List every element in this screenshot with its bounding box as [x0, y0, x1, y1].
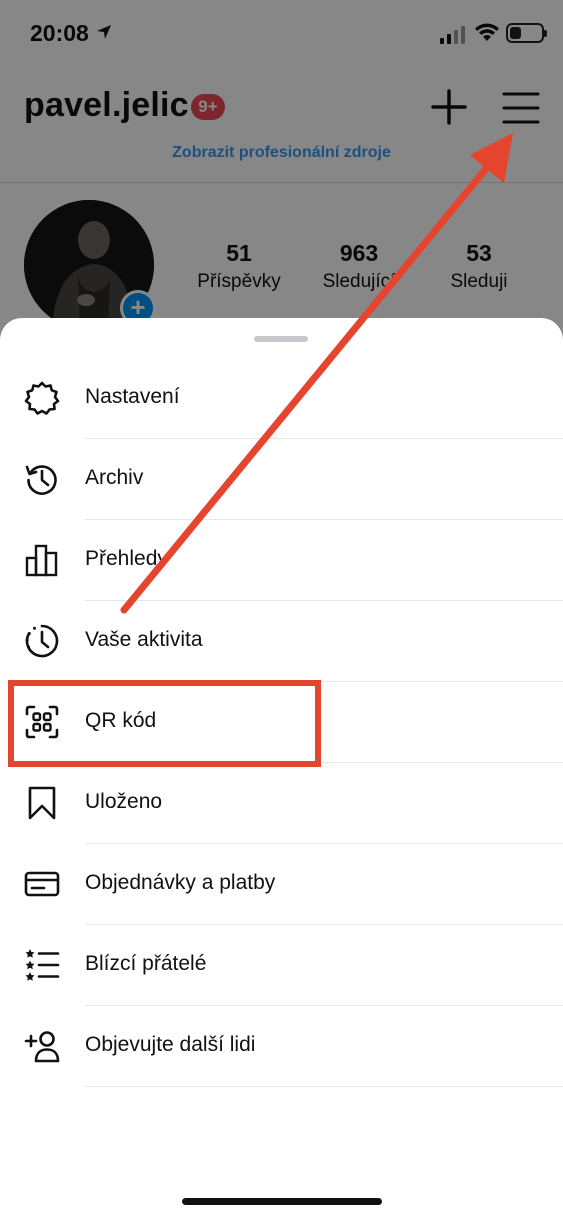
menu-item-settings[interactable]: Nastavení	[0, 358, 563, 439]
menu-item-label: Archiv	[85, 466, 144, 489]
activity-icon	[25, 624, 59, 658]
menu-item-orders-payments[interactable]: Objednávky a platby	[0, 844, 563, 925]
menu-item-label: Blízcí přátelé	[85, 952, 207, 975]
qr-code-highlight-box	[8, 680, 321, 767]
menu-item-label: Uloženo	[85, 790, 163, 813]
home-indicator	[182, 1198, 382, 1205]
close-friends-icon	[25, 949, 60, 981]
insights-icon	[25, 544, 58, 577]
menu-item-discover-people[interactable]: Objevujte další lidi	[0, 1006, 563, 1087]
menu-item-close-friends[interactable]: Blízcí přátelé	[0, 925, 563, 1006]
divider	[85, 1086, 563, 1087]
archive-icon	[25, 465, 57, 495]
menu-item-label: Přehledy	[85, 547, 168, 570]
menu-item-your-activity[interactable]: Vaše aktivita	[0, 601, 563, 682]
options-sheet: Nastavení Archiv Přehledy Vaše aktivita …	[0, 318, 563, 1218]
menu-item-label: Nastavení	[85, 385, 180, 408]
settings-icon	[24, 381, 60, 415]
add-person-icon	[24, 1031, 60, 1063]
menu-item-label: Vaše aktivita	[85, 628, 203, 651]
card-icon	[24, 871, 60, 897]
menu-item-label: Objevujte další lidi	[85, 1033, 256, 1056]
menu-item-label: Objednávky a platby	[85, 871, 276, 894]
menu-item-insights[interactable]: Přehledy	[0, 520, 563, 601]
menu-item-archive[interactable]: Archiv	[0, 439, 563, 520]
bookmark-icon	[28, 786, 56, 820]
menu-item-saved[interactable]: Uloženo	[0, 763, 563, 844]
sheet-grabber[interactable]	[254, 336, 308, 342]
